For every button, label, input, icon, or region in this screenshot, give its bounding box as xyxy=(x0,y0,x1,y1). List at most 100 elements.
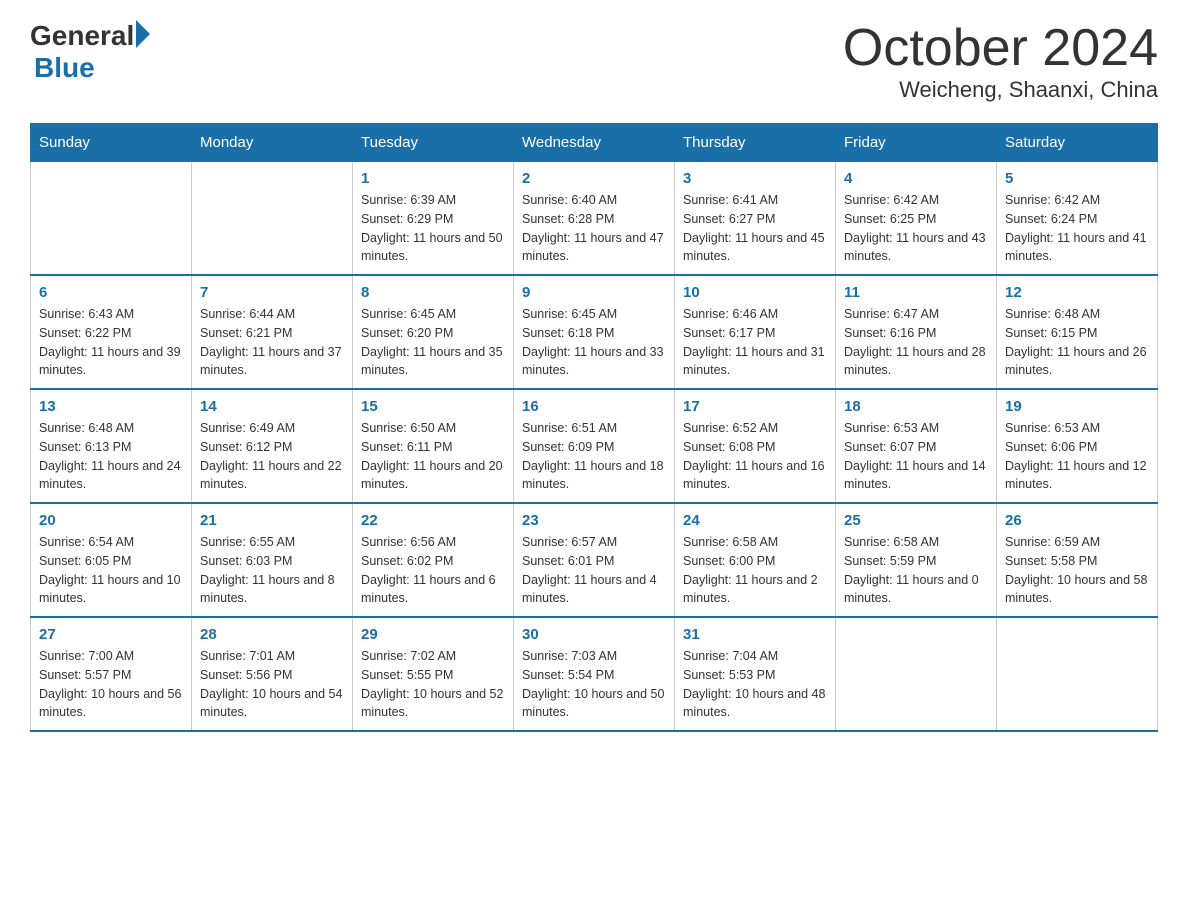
day-number: 25 xyxy=(844,512,988,529)
day-number: 29 xyxy=(361,626,505,643)
day-info: Sunrise: 6:45 AMSunset: 6:20 PMDaylight:… xyxy=(361,305,505,380)
day-info: Sunrise: 6:50 AMSunset: 6:11 PMDaylight:… xyxy=(361,419,505,494)
calendar-cell xyxy=(997,617,1158,731)
day-number: 6 xyxy=(39,284,183,301)
calendar-cell: 30Sunrise: 7:03 AMSunset: 5:54 PMDayligh… xyxy=(514,617,675,731)
day-number: 16 xyxy=(522,398,666,415)
calendar-cell: 22 Sunrise: 6:56 AMSunset: 6:02 PMDayligh… xyxy=(353,503,514,617)
location-title: Weicheng, Shaanxi, China xyxy=(843,77,1158,103)
day-number: 15 xyxy=(361,398,505,415)
calendar-cell: 16 Sunrise: 6:51 AMSunset: 6:09 PMDayligh… xyxy=(514,389,675,503)
calendar-cell: 19 Sunrise: 6:53 AMSunset: 6:06 PMDayligh… xyxy=(997,389,1158,503)
calendar-cell: 24 Sunrise: 6:58 AMSunset: 6:00 PMDayligh… xyxy=(675,503,836,617)
day-number: 28 xyxy=(200,626,344,643)
day-info: Sunrise: 6:45 AMSunset: 6:18 PMDaylight:… xyxy=(522,305,666,380)
day-number: 17 xyxy=(683,398,827,415)
day-info: Sunrise: 6:51 AMSunset: 6:09 PMDaylight:… xyxy=(522,419,666,494)
title-area: October 2024 Weicheng, Shaanxi, China xyxy=(843,20,1158,103)
day-info: Sunrise: 6:39 AMSunset: 6:29 PMDaylight:… xyxy=(361,191,505,266)
day-info: Sunrise: 6:44 AMSunset: 6:21 PMDaylight:… xyxy=(200,305,344,380)
calendar-week-row: 20 Sunrise: 6:54 AMSunset: 6:05 PMDayligh… xyxy=(31,503,1158,617)
day-info: Sunrise: 6:49 AMSunset: 6:12 PMDaylight:… xyxy=(200,419,344,494)
calendar-cell: 28 Sunrise: 7:01 AMSunset: 5:56 PMDayligh… xyxy=(192,617,353,731)
day-number: 10 xyxy=(683,284,827,301)
day-info: Sunrise: 7:02 AMSunset: 5:55 PMDaylight:… xyxy=(361,647,505,722)
day-info: Sunrise: 6:42 AMSunset: 6:24 PMDaylight:… xyxy=(1005,191,1149,266)
day-info: Sunrise: 6:41 AMSunset: 6:27 PMDaylight:… xyxy=(683,191,827,266)
calendar-cell: 13Sunrise: 6:48 AMSunset: 6:13 PMDayligh… xyxy=(31,389,192,503)
day-number: 4 xyxy=(844,170,988,187)
day-number: 11 xyxy=(844,284,988,301)
calendar-cell: 1 Sunrise: 6:39 AMSunset: 6:29 PMDaylight… xyxy=(353,162,514,276)
logo-general: General xyxy=(30,20,134,52)
day-number: 26 xyxy=(1005,512,1149,529)
calendar-week-row: 6 Sunrise: 6:43 AMSunset: 6:22 PMDaylight… xyxy=(31,275,1158,389)
day-info: Sunrise: 6:52 AMSunset: 6:08 PMDaylight:… xyxy=(683,419,827,494)
day-number: 23 xyxy=(522,512,666,529)
day-number: 20 xyxy=(39,512,183,529)
day-info: Sunrise: 6:58 AMSunset: 5:59 PMDaylight:… xyxy=(844,533,988,608)
day-number: 21 xyxy=(200,512,344,529)
calendar-cell: 20 Sunrise: 6:54 AMSunset: 6:05 PMDayligh… xyxy=(31,503,192,617)
day-info: Sunrise: 6:47 AMSunset: 6:16 PMDaylight:… xyxy=(844,305,988,380)
day-info: Sunrise: 6:59 AMSunset: 5:58 PMDaylight:… xyxy=(1005,533,1149,608)
day-info: Sunrise: 6:46 AMSunset: 6:17 PMDaylight:… xyxy=(683,305,827,380)
day-of-week-monday: Monday xyxy=(192,124,353,162)
day-number: 27 xyxy=(39,626,183,643)
calendar-cell: 9 Sunrise: 6:45 AMSunset: 6:18 PMDaylight… xyxy=(514,275,675,389)
day-of-week-sunday: Sunday xyxy=(31,124,192,162)
calendar-cell: 5 Sunrise: 6:42 AMSunset: 6:24 PMDaylight… xyxy=(997,162,1158,276)
day-number: 14 xyxy=(200,398,344,415)
day-info: Sunrise: 6:48 AMSunset: 6:15 PMDaylight:… xyxy=(1005,305,1149,380)
calendar-cell: 3Sunrise: 6:41 AMSunset: 6:27 PMDaylight… xyxy=(675,162,836,276)
calendar-cell xyxy=(31,162,192,276)
day-info: Sunrise: 6:53 AMSunset: 6:07 PMDaylight:… xyxy=(844,419,988,494)
day-number: 1 xyxy=(361,170,505,187)
day-number: 7 xyxy=(200,284,344,301)
calendar-cell: 12 Sunrise: 6:48 AMSunset: 6:15 PMDayligh… xyxy=(997,275,1158,389)
calendar-cell: 15 Sunrise: 6:50 AMSunset: 6:11 PMDayligh… xyxy=(353,389,514,503)
calendar-header: SundayMondayTuesdayWednesdayThursdayFrid… xyxy=(31,124,1158,162)
calendar-body: 1 Sunrise: 6:39 AMSunset: 6:29 PMDaylight… xyxy=(31,162,1158,732)
day-of-week-friday: Friday xyxy=(836,124,997,162)
day-info: Sunrise: 6:55 AMSunset: 6:03 PMDaylight:… xyxy=(200,533,344,608)
calendar-cell: 2Sunrise: 6:40 AMSunset: 6:28 PMDaylight… xyxy=(514,162,675,276)
day-number: 22 xyxy=(361,512,505,529)
day-info: Sunrise: 6:54 AMSunset: 6:05 PMDaylight:… xyxy=(39,533,183,608)
day-info: Sunrise: 6:43 AMSunset: 6:22 PMDaylight:… xyxy=(39,305,183,380)
calendar-cell: 4Sunrise: 6:42 AMSunset: 6:25 PMDaylight… xyxy=(836,162,997,276)
day-number: 8 xyxy=(361,284,505,301)
calendar-cell: 31 Sunrise: 7:04 AMSunset: 5:53 PMDayligh… xyxy=(675,617,836,731)
day-of-week-saturday: Saturday xyxy=(997,124,1158,162)
day-info: Sunrise: 7:04 AMSunset: 5:53 PMDaylight:… xyxy=(683,647,827,722)
calendar-cell: 21 Sunrise: 6:55 AMSunset: 6:03 PMDayligh… xyxy=(192,503,353,617)
calendar-cell: 17 Sunrise: 6:52 AMSunset: 6:08 PMDayligh… xyxy=(675,389,836,503)
logo-arrow-icon xyxy=(136,20,150,48)
day-number: 19 xyxy=(1005,398,1149,415)
calendar-cell xyxy=(836,617,997,731)
calendar-cell: 29 Sunrise: 7:02 AMSunset: 5:55 PMDayligh… xyxy=(353,617,514,731)
days-of-week-row: SundayMondayTuesdayWednesdayThursdayFrid… xyxy=(31,124,1158,162)
day-number: 13 xyxy=(39,398,183,415)
day-info: Sunrise: 6:58 AMSunset: 6:00 PMDaylight:… xyxy=(683,533,827,608)
day-of-week-wednesday: Wednesday xyxy=(514,124,675,162)
calendar-cell: 6 Sunrise: 6:43 AMSunset: 6:22 PMDaylight… xyxy=(31,275,192,389)
calendar-cell: 18 Sunrise: 6:53 AMSunset: 6:07 PMDayligh… xyxy=(836,389,997,503)
day-info: Sunrise: 7:01 AMSunset: 5:56 PMDaylight:… xyxy=(200,647,344,722)
header: General Blue October 2024 Weicheng, Shaa… xyxy=(30,20,1158,103)
day-number: 18 xyxy=(844,398,988,415)
day-info: Sunrise: 7:03 AMSunset: 5:54 PMDaylight:… xyxy=(522,647,666,722)
day-number: 9 xyxy=(522,284,666,301)
calendar-table: SundayMondayTuesdayWednesdayThursdayFrid… xyxy=(30,123,1158,732)
calendar-week-row: 13Sunrise: 6:48 AMSunset: 6:13 PMDayligh… xyxy=(31,389,1158,503)
day-info: Sunrise: 6:53 AMSunset: 6:06 PMDaylight:… xyxy=(1005,419,1149,494)
day-number: 31 xyxy=(683,626,827,643)
calendar-cell: 8 Sunrise: 6:45 AMSunset: 6:20 PMDaylight… xyxy=(353,275,514,389)
calendar-cell: 7 Sunrise: 6:44 AMSunset: 6:21 PMDaylight… xyxy=(192,275,353,389)
calendar-cell: 26 Sunrise: 6:59 AMSunset: 5:58 PMDayligh… xyxy=(997,503,1158,617)
day-number: 12 xyxy=(1005,284,1149,301)
day-number: 24 xyxy=(683,512,827,529)
day-info: Sunrise: 6:56 AMSunset: 6:02 PMDaylight:… xyxy=(361,533,505,608)
day-number: 5 xyxy=(1005,170,1149,187)
calendar-cell: 25 Sunrise: 6:58 AMSunset: 5:59 PMDayligh… xyxy=(836,503,997,617)
